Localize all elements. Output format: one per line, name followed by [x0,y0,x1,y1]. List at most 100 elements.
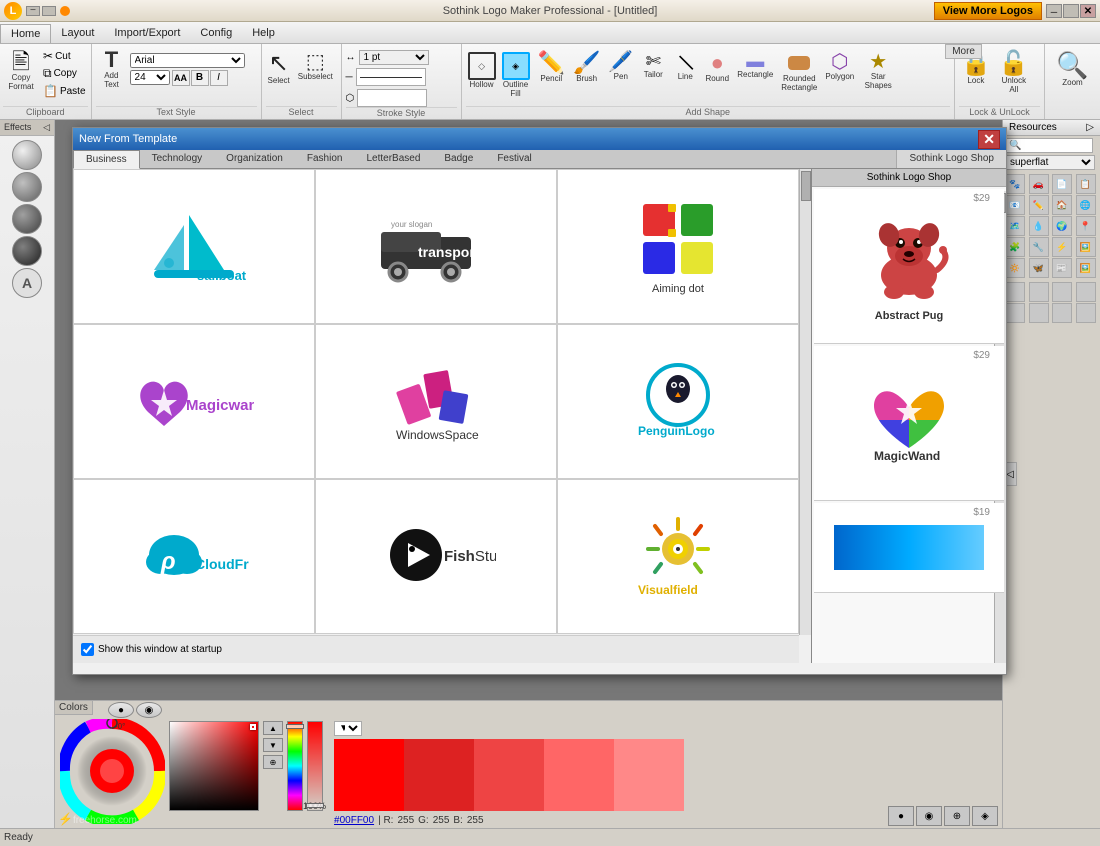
wintitle-minimize[interactable]: ─ [1046,4,1062,18]
tab-badge[interactable]: Badge [432,150,485,168]
resource-icon-20[interactable]: 🖼️ [1076,258,1096,278]
opacity-slider[interactable] [307,721,323,811]
stroke-line-select[interactable] [356,68,426,86]
text-bold-b[interactable]: B [191,70,209,86]
menu-layout[interactable]: Layout [51,24,104,42]
font-size-select[interactable]: 24 [130,70,170,85]
resource-icon-15[interactable]: ⚡ [1052,237,1072,257]
resource-icon-22[interactable] [1029,282,1049,302]
resource-icon-1[interactable]: 🐾 [1005,174,1025,194]
color-btn-2[interactable]: ◉ [136,702,162,718]
template-transport[interactable]: your slogan transport [315,169,557,324]
resource-icon-2[interactable]: 🚗 [1029,174,1049,194]
rectangle-button[interactable]: ▬ Rectangle [735,50,775,81]
template-cloudfrom[interactable]: ρ CloudFrom [73,479,315,634]
template-magicwand[interactable]: Magicwand [73,324,315,479]
polygon-button[interactable]: ⬡ Polygon [823,50,856,83]
resource-icon-28[interactable] [1076,303,1096,323]
resource-icon-27[interactable] [1052,303,1072,323]
hue-slider[interactable] [287,721,303,811]
effect-text-a[interactable]: A [12,268,42,298]
paste-button[interactable]: 📋 Paste [41,83,88,99]
resource-icon-7[interactable]: 🏠 [1052,195,1072,215]
subselect-button[interactable]: ⬚ Subselect [296,50,335,106]
swatch-2[interactable] [404,739,474,811]
menu-importexport[interactable]: Import/Export [104,24,190,42]
star-button[interactable]: ★ Star Shapes [860,50,896,92]
pick-icon[interactable]: ⊕ [263,755,283,769]
picker-down-btn[interactable]: ▼ [263,738,283,752]
line-button[interactable]: | Line [671,50,699,83]
resource-icon-5[interactable]: 📧 [1005,195,1025,215]
outlinefill-button[interactable]: ◈ Outline Fill [500,50,532,100]
swatch-1[interactable] [334,739,404,811]
color-action-1[interactable]: ● [888,806,914,826]
font-family-select[interactable]: Arial [130,53,245,68]
swatch-4[interactable] [544,739,614,811]
cut-button[interactable]: ✂ Cut [41,48,88,64]
text-italic-i[interactable]: I [210,70,228,86]
resource-icon-17[interactable]: 🔅 [1005,258,1025,278]
template-windowsspace[interactable]: WindowsSpace [315,324,557,479]
resource-icon-23[interactable] [1052,282,1072,302]
picker-up-btn[interactable]: ▲ [263,721,283,735]
resource-icon-3[interactable]: 📄 [1052,174,1072,194]
add-text-button[interactable]: T AddText [96,46,128,92]
resource-icon-13[interactable]: 🧩 [1005,237,1025,257]
tailor-button[interactable]: ✄ Tailor [639,50,667,81]
resource-icon-16[interactable]: 🖼️ [1076,237,1096,257]
resource-icon-9[interactable]: 🗺️ [1005,216,1025,236]
resource-icon-8[interactable]: 🌐 [1076,195,1096,215]
swatch-5[interactable] [614,739,684,811]
effect-glow[interactable] [12,172,42,202]
effect-blur[interactable] [12,204,42,234]
view-more-button[interactable]: View More Logos [934,2,1042,20]
resource-icon-4[interactable]: 📋 [1076,174,1096,194]
resource-icon-14[interactable]: 🔧 [1029,237,1049,257]
zoom-button[interactable]: 🔍 Zoom [1054,50,1090,89]
hollow-button[interactable]: ◇ Hollow [466,50,498,100]
resource-icon-21[interactable] [1005,282,1025,302]
resource-icon-10[interactable]: 💧 [1029,216,1049,236]
template-penguinlogo[interactable]: PenguinLogo [557,324,799,479]
copy-format-button[interactable]: 🖹 Copy Format [3,48,39,94]
color-action-4[interactable]: ◈ [972,806,998,826]
wintitle-maximize[interactable] [1063,4,1079,18]
color-mode-select[interactable]: ▼ [334,721,362,736]
shop-item-3[interactable]: $19 [814,503,1004,593]
resource-icon-26[interactable] [1029,303,1049,323]
style-dropdown[interactable]: superflat [1005,155,1095,170]
tab-festival[interactable]: Festival [485,150,543,168]
color-action-3[interactable]: ⊕ [944,806,970,826]
template-aiming-dot[interactable]: Aiming dot [557,169,799,324]
stroke-arrow-select[interactable] [357,89,427,107]
rounded-rect-button[interactable]: Rounded Rectangle [779,50,819,94]
resource-icon-11[interactable]: 🌍 [1052,216,1072,236]
tab-fashion[interactable]: Fashion [295,150,355,168]
unlock-button[interactable]: 🔓 Unlock All [997,50,1031,96]
copy-button[interactable]: ⧉ Copy [41,65,88,82]
template-fishstudio[interactable]: FishStudio [315,479,557,634]
saturation-value-picker[interactable] [169,721,259,811]
template-visualfield[interactable]: Visualfield [557,479,799,634]
effect-gradient[interactable] [12,236,42,266]
shop-item-abstract-pug[interactable]: $29 [814,189,1004,344]
text-bold-aa[interactable]: AA [172,70,190,86]
effects-collapse[interactable]: ◁ [43,122,50,133]
pencil-button[interactable]: ✏️ Pencil [536,50,567,85]
menu-home[interactable]: Home [0,24,51,43]
tab-shop[interactable]: Sothink Logo Shop [896,150,1006,168]
resources-search[interactable] [1005,138,1093,153]
dialog-close-button[interactable]: ✕ [978,130,1000,149]
show-startup-checkbox[interactable] [81,643,94,656]
resource-icon-18[interactable]: 🦋 [1029,258,1049,278]
template-sailboat[interactable]: sailboat [73,169,315,324]
resource-icon-6[interactable]: ✏️ [1029,195,1049,215]
resource-icon-25[interactable] [1005,303,1025,323]
color-btn-1[interactable]: ● [108,702,134,718]
wintitle-close[interactable]: ✕ [1080,4,1096,18]
color-action-2[interactable]: ◉ [916,806,942,826]
resources-expand[interactable]: ▷ [1086,122,1094,133]
resource-icon-19[interactable]: 📰 [1052,258,1072,278]
hex-value[interactable]: #00FF00 [334,815,374,826]
